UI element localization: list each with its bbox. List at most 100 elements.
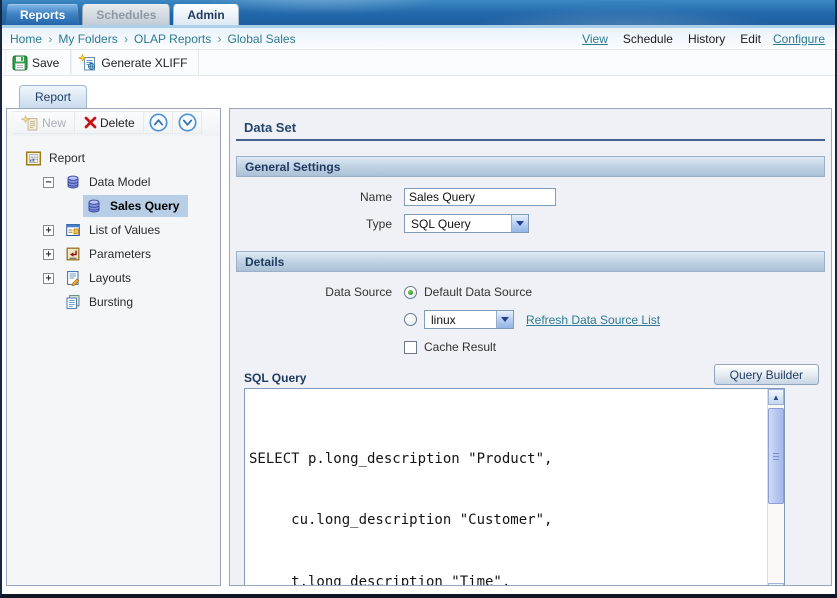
tree-expander-toggle[interactable] bbox=[43, 273, 54, 284]
top-tab[interactable]: Schedules bbox=[82, 4, 170, 25]
tree-item-body: Parameters bbox=[62, 243, 160, 265]
general-settings-heading: General Settings bbox=[245, 160, 340, 174]
list-of-values-icon bbox=[65, 222, 83, 238]
type-select-value: SQL Query bbox=[405, 215, 511, 232]
tab-report[interactable]: Report bbox=[19, 85, 87, 108]
cache-result-checkbox[interactable] bbox=[404, 341, 417, 354]
scrollbar-track[interactable] bbox=[768, 405, 784, 583]
breadcrumb-item[interactable]: My Folders bbox=[58, 32, 128, 46]
tree-indent bbox=[9, 158, 22, 159]
tree-item-body: Sales Query bbox=[83, 195, 188, 217]
sidebar-panel: New Delete bbox=[6, 108, 221, 586]
sql-query-editor[interactable]: SELECT p.long_description "Product", cu.… bbox=[244, 388, 785, 586]
details-heading: Details bbox=[245, 255, 284, 269]
tree-item-label: Data Model bbox=[89, 175, 150, 189]
page-action[interactable]: Edit bbox=[740, 32, 761, 46]
tree-item-body: Bursting bbox=[62, 291, 142, 313]
report-tab-row: Report bbox=[2, 85, 835, 108]
toolbar: Save Generate XLIFF bbox=[2, 50, 835, 76]
title-rule bbox=[236, 139, 825, 141]
move-up-icon bbox=[148, 112, 169, 133]
tree-item-body: List of Values bbox=[62, 219, 169, 241]
generate-xliff-icon bbox=[78, 54, 97, 71]
tree-indent bbox=[9, 254, 43, 255]
layouts-icon bbox=[65, 270, 83, 286]
tree-indent bbox=[9, 182, 43, 183]
top-tab[interactable]: Reports bbox=[6, 4, 79, 25]
type-label: Type bbox=[236, 217, 392, 231]
page-action[interactable]: Schedule bbox=[623, 32, 673, 46]
name-input[interactable] bbox=[404, 188, 556, 206]
new-button-label: New bbox=[42, 116, 66, 130]
top-tabs: Reports Schedules Admin bbox=[6, 4, 242, 25]
scroll-down-icon[interactable]: ▼ bbox=[768, 583, 784, 586]
type-row: Type SQL Query bbox=[236, 214, 825, 233]
chevron-down-icon[interactable] bbox=[496, 311, 513, 328]
sql-line: t.long_description "Time", bbox=[249, 575, 767, 586]
default-data-source-option-label: Default Data Source bbox=[424, 285, 532, 299]
breadcrumb-bar: Home My Folders OLAP Reports Global Sale… bbox=[2, 28, 835, 50]
sql-line: cu.long_description "Customer", bbox=[249, 513, 767, 528]
sql-query-text[interactable]: SELECT p.long_description "Product", cu.… bbox=[245, 389, 767, 586]
chevron-down-icon[interactable] bbox=[511, 215, 528, 232]
tree-item-label: Report bbox=[49, 151, 85, 165]
default-data-source-radio[interactable] bbox=[404, 286, 417, 299]
name-label: Name bbox=[236, 190, 392, 204]
move-down-icon bbox=[177, 112, 198, 133]
tree-item[interactable]: Sales Query bbox=[9, 194, 216, 218]
tree-expander-toggle[interactable] bbox=[43, 249, 54, 260]
delete-button[interactable]: Delete bbox=[75, 111, 144, 134]
type-select[interactable]: SQL Query bbox=[404, 214, 529, 233]
name-row: Name bbox=[236, 188, 825, 206]
breadcrumb-item[interactable]: OLAP Reports bbox=[134, 32, 222, 46]
new-button[interactable]: New bbox=[12, 111, 75, 134]
move-up-button[interactable] bbox=[144, 111, 173, 134]
sql-query-label: SQL Query bbox=[244, 371, 306, 385]
scrollbar-thumb[interactable] bbox=[768, 408, 784, 504]
general-settings-header: General Settings bbox=[236, 156, 825, 177]
move-down-button[interactable] bbox=[173, 111, 202, 134]
breadcrumb: Home My Folders OLAP Reports Global Sale… bbox=[10, 32, 305, 46]
query-builder-button[interactable]: Query Builder bbox=[714, 364, 819, 385]
tree-item[interactable]: Parameters bbox=[9, 242, 216, 266]
generate-xliff-button[interactable]: Generate XLIFF bbox=[71, 50, 199, 75]
save-button[interactable]: Save bbox=[5, 50, 71, 75]
tree-item[interactable]: List of Values bbox=[9, 218, 216, 242]
delete-button-label: Delete bbox=[100, 116, 135, 130]
save-icon bbox=[12, 55, 28, 71]
header-spacer bbox=[2, 76, 835, 85]
new-icon bbox=[21, 115, 39, 131]
page-title: Data Set bbox=[244, 120, 825, 135]
tree-item-body: Data Model bbox=[62, 171, 159, 193]
details-header: Details bbox=[236, 251, 825, 272]
tree-expander-toggle[interactable] bbox=[43, 177, 54, 188]
delete-icon bbox=[84, 116, 97, 129]
tree-indent bbox=[9, 206, 64, 207]
page-action[interactable]: History bbox=[688, 32, 725, 46]
sql-line: SELECT p.long_description "Product", bbox=[249, 452, 767, 467]
page-actions: View Schedule History Edit Configure bbox=[570, 32, 825, 46]
tree-expander-toggle[interactable] bbox=[43, 225, 54, 236]
content-area: New Delete bbox=[2, 108, 835, 594]
breadcrumb-item[interactable]: Home bbox=[10, 32, 52, 46]
tree-item[interactable]: Data Model bbox=[9, 170, 216, 194]
named-data-source-radio[interactable] bbox=[404, 313, 417, 326]
main-panel: Data Set General Settings Name Type SQL … bbox=[229, 108, 832, 586]
tree-item[interactable]: Layouts bbox=[9, 266, 216, 290]
tree-indent bbox=[9, 230, 43, 231]
refresh-data-source-link[interactable]: Refresh Data Source List bbox=[526, 313, 660, 327]
page-action[interactable]: Configure bbox=[773, 32, 825, 46]
page-action[interactable]: View bbox=[582, 32, 608, 46]
scrollbar-grip bbox=[773, 453, 779, 460]
tree-indent bbox=[9, 278, 43, 279]
tree-item-body: Report bbox=[22, 147, 94, 170]
tree-item[interactable]: Report bbox=[9, 146, 216, 170]
top-tab[interactable]: Admin bbox=[173, 4, 238, 25]
scroll-up-icon[interactable]: ▲ bbox=[768, 389, 784, 405]
breadcrumb-item[interactable]: Global Sales bbox=[228, 32, 299, 46]
tree-indent bbox=[9, 302, 43, 303]
scrollbar[interactable]: ▲ ▼ bbox=[767, 389, 784, 586]
tree-item-body: Layouts bbox=[62, 267, 140, 289]
data-source-select[interactable]: linux bbox=[424, 310, 514, 329]
tree-item[interactable]: Bursting bbox=[9, 290, 216, 314]
